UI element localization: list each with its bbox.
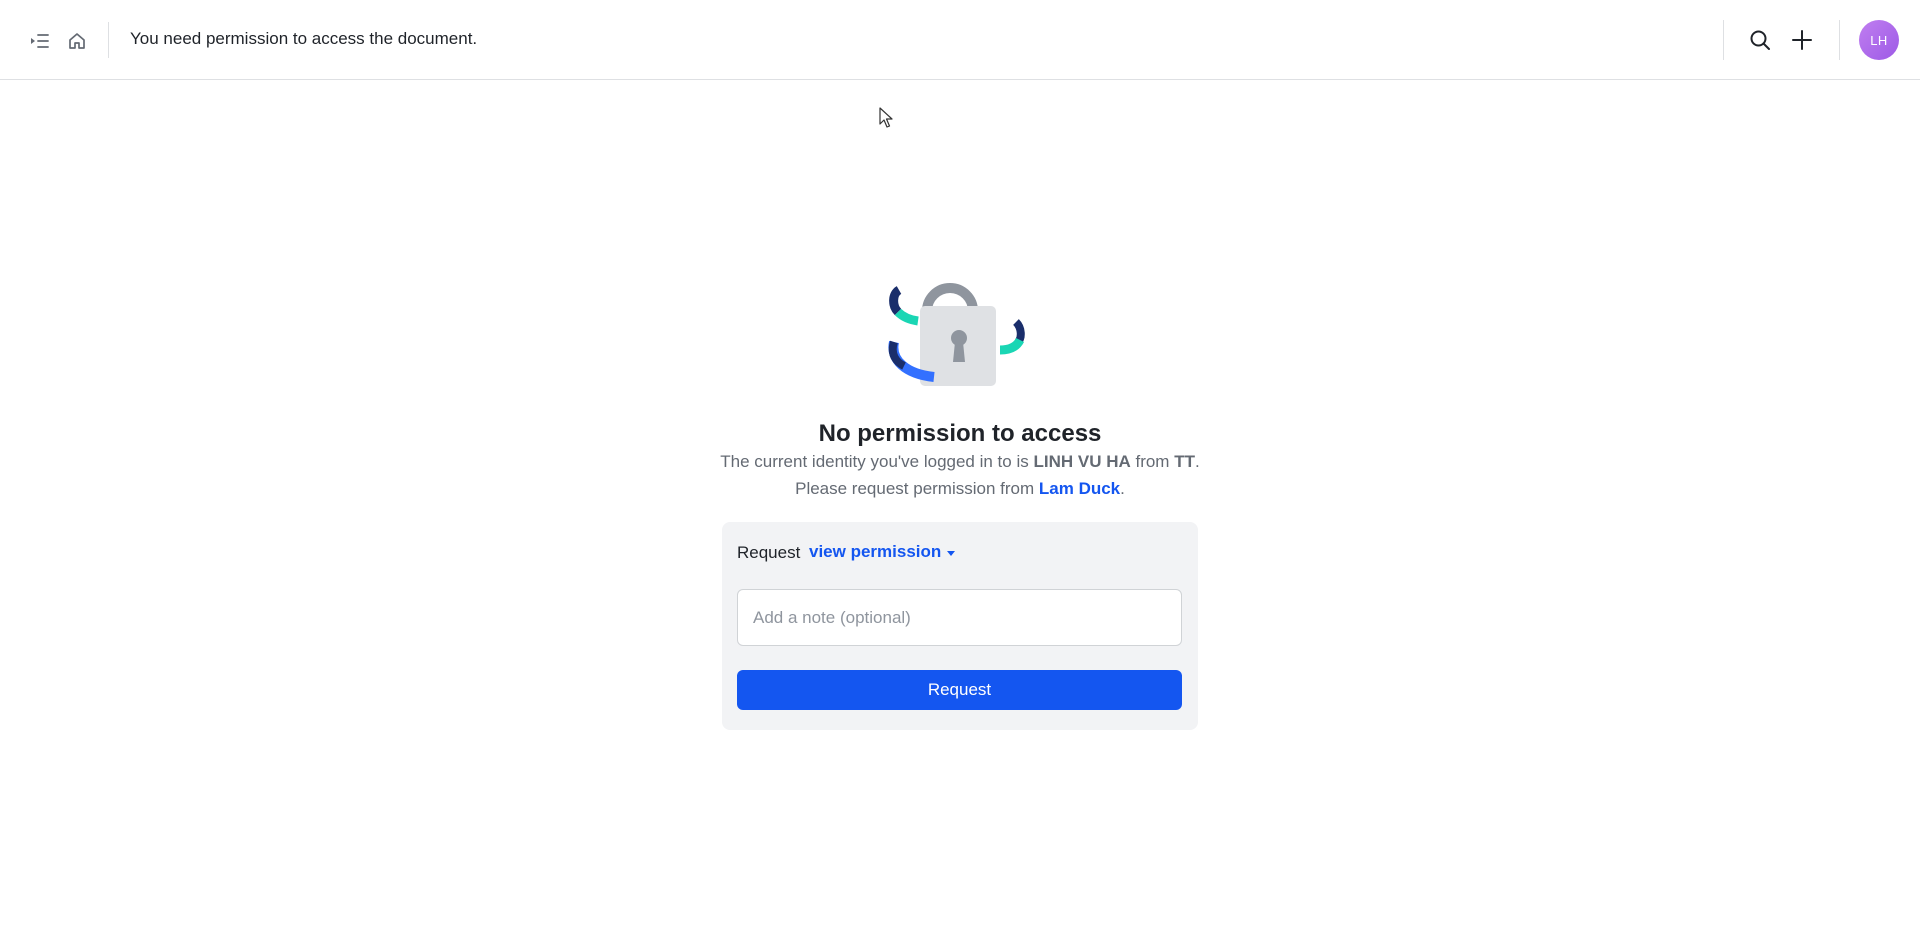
permission-dropdown[interactable]: view permission	[809, 542, 956, 562]
user-name: LINH VU HA	[1033, 452, 1131, 471]
home-icon[interactable]	[64, 28, 90, 54]
no-permission-heading: No permission to access	[818, 420, 1102, 447]
note-input[interactable]	[737, 589, 1182, 646]
page-title: You need permission to access the docume…	[130, 29, 478, 48]
header-divider	[108, 22, 109, 58]
permission-description: The current identity you've logged in to…	[710, 448, 1210, 502]
header-divider	[1723, 20, 1724, 60]
plus-icon[interactable]	[1788, 26, 1816, 54]
top-bar: You need permission to access the docume…	[0, 0, 1920, 80]
mouse-cursor-icon	[879, 107, 893, 128]
lock-icon	[888, 283, 1025, 386]
search-icon[interactable]	[1746, 26, 1774, 54]
org-name: TT	[1174, 452, 1195, 471]
owner-link[interactable]: Lam Duck	[1039, 479, 1120, 498]
caret-down-icon	[947, 551, 956, 556]
request-card: Request view permission Request	[722, 522, 1198, 730]
desc-text: from	[1130, 452, 1175, 471]
header-divider	[1839, 20, 1840, 60]
desc-text: The current identity you've logged in to…	[720, 452, 1034, 471]
permission-value: view permission	[809, 542, 942, 561]
desc-text: .	[1120, 479, 1125, 498]
request-button[interactable]: Request	[737, 670, 1182, 710]
request-label: Request	[737, 543, 801, 562]
avatar[interactable]: LH	[1859, 20, 1899, 60]
sidebar-toggle-icon[interactable]	[26, 28, 52, 54]
